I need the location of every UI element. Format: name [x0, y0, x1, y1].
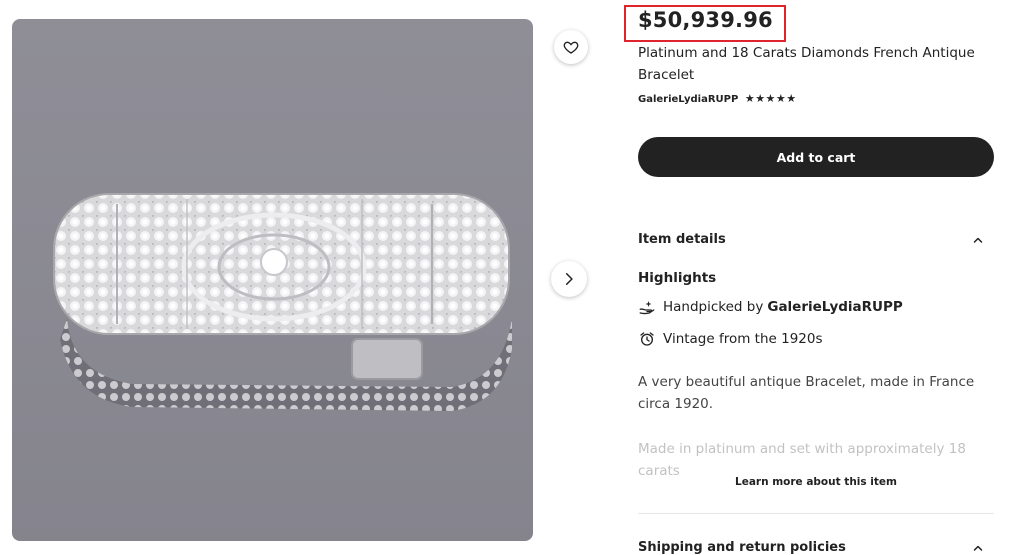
bracelet-illustration — [53, 193, 512, 411]
learn-more-link[interactable]: Learn more about this item — [638, 476, 994, 488]
handpicked-prefix: Handpicked by — [663, 299, 764, 315]
highlights-heading: Highlights — [638, 270, 717, 286]
vintage-row: Vintage from the 1920s — [638, 330, 823, 348]
product-image[interactable] — [12, 19, 533, 541]
add-to-cart-button[interactable]: Add to cart — [638, 137, 994, 177]
heart-icon — [563, 41, 579, 54]
listing-title: Platinum and 18 Carats Diamonds French A… — [638, 45, 975, 83]
price: $50,939.96 — [638, 8, 773, 32]
chevron-up-icon — [973, 545, 983, 551]
alarm-clock-icon — [638, 330, 656, 348]
vintage-text: Vintage from the 1920s — [663, 331, 823, 347]
handpicked-row: Handpicked by GalerieLydiaRUPP — [638, 298, 903, 316]
shop-name-link[interactable]: GalerieLydiaRUPP — [638, 94, 738, 105]
chevron-right-icon — [565, 272, 573, 286]
hand-sparkle-icon — [638, 298, 656, 316]
handpicked-shop: GalerieLydiaRUPP — [767, 299, 903, 315]
item-details-header: Item details — [638, 232, 726, 247]
section-divider — [638, 513, 994, 514]
item-description: A very beautiful antique Bracelet, made … — [638, 374, 975, 412]
rating-stars: ★★★★★ — [744, 92, 797, 105]
next-image-button[interactable] — [551, 261, 587, 297]
chevron-up-icon — [973, 237, 983, 243]
shop-rating-line: GalerieLydiaRUPP ★★★★★ — [638, 92, 797, 105]
favorite-button[interactable] — [554, 30, 588, 64]
item-details-toggle[interactable]: Item details — [638, 232, 990, 247]
